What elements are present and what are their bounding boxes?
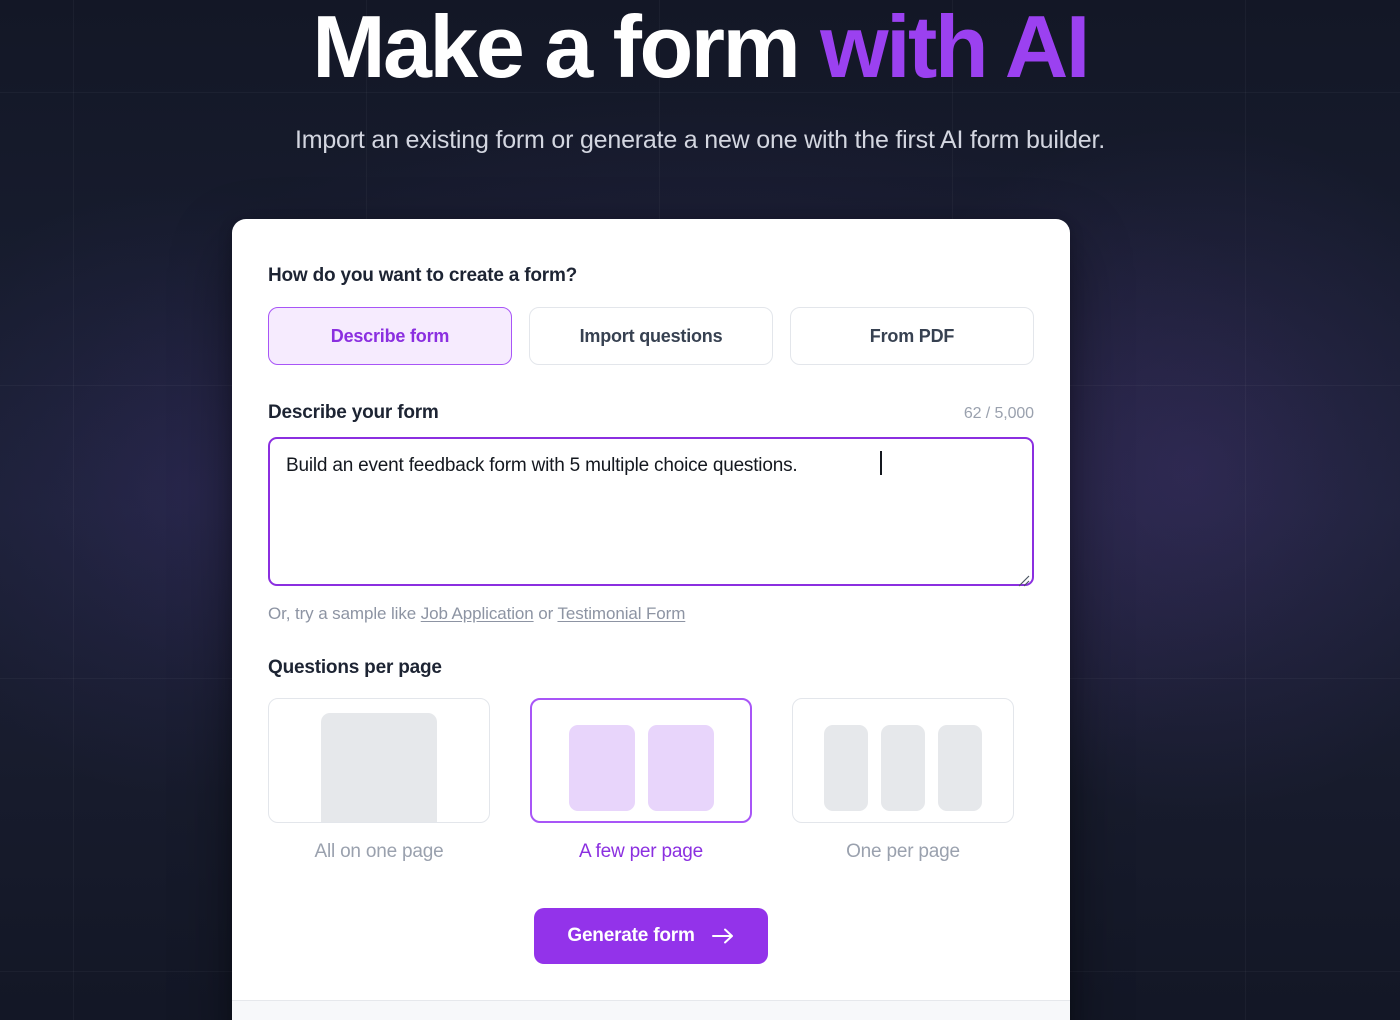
create-mode-tabs: Describe form Import questions From PDF (268, 307, 1034, 365)
qpp-thumb-a-few-per-page (530, 698, 752, 823)
mode-tab-from-pdf[interactable]: From PDF (790, 307, 1034, 365)
sample-suggestions: Or, try a sample like Job Application or… (268, 604, 1034, 624)
headline-plain: Make a form (312, 0, 821, 96)
sample-link-job-application[interactable]: Job Application (421, 604, 534, 623)
describe-textarea[interactable] (268, 437, 1034, 586)
qpp-thumb-all-on-one-page (268, 698, 490, 823)
describe-field-header: Describe your form 62 / 5,000 (268, 402, 1034, 424)
sample-separator: or (533, 604, 558, 623)
hero-section: Make a form with AI Import an existing f… (0, 0, 1400, 155)
sample-link-testimonial-form[interactable]: Testimonial Form (557, 604, 685, 623)
card-body: How do you want to create a form? Descri… (232, 219, 1070, 964)
questions-per-page-options: All on one page A few per page One per p… (268, 698, 1034, 863)
describe-field-label: Describe your form (268, 402, 439, 423)
qpp-thumb-one-per-page (792, 698, 1014, 823)
qpp-caption-one-per-page: One per page (846, 841, 960, 862)
qpp-caption-a-few-per-page: A few per page (579, 841, 703, 862)
generate-form-button[interactable]: Generate form (534, 908, 768, 964)
card-footer (232, 1000, 1070, 1020)
headline-accent: with AI (820, 0, 1090, 96)
thumb-block (321, 713, 437, 822)
page-title: Make a form with AI (0, 0, 1400, 92)
page-subtitle: Import an existing form or generate a ne… (294, 125, 1105, 154)
describe-field-wrapper (268, 437, 1034, 591)
generate-row: Generate form (268, 908, 1034, 964)
questions-per-page-label: Questions per page (268, 657, 442, 678)
thumb-block (938, 724, 982, 811)
sample-prefix: Or, try a sample like (268, 604, 421, 623)
qpp-option-a-few-per-page[interactable]: A few per page (530, 698, 752, 863)
mode-tab-import-questions[interactable]: Import questions (529, 307, 773, 365)
character-counter: 62 / 5,000 (963, 405, 1034, 422)
text-caret (880, 451, 882, 475)
thumb-block (647, 724, 714, 811)
qpp-option-all-on-one-page[interactable]: All on one page (268, 698, 490, 863)
arrow-right-icon (711, 928, 733, 944)
generate-form-label: Generate form (567, 925, 695, 946)
form-builder-card: How do you want to create a form? Descri… (232, 219, 1070, 1020)
thumb-block (881, 724, 925, 811)
thumb-block (568, 724, 635, 811)
mode-tab-describe-form[interactable]: Describe form (268, 307, 512, 365)
mode-question-label: How do you want to create a form? (268, 265, 578, 286)
thumb-block (824, 724, 868, 811)
qpp-option-one-per-page[interactable]: One per page (792, 698, 1014, 863)
qpp-caption-all-on-one-page: All on one page (314, 841, 444, 862)
